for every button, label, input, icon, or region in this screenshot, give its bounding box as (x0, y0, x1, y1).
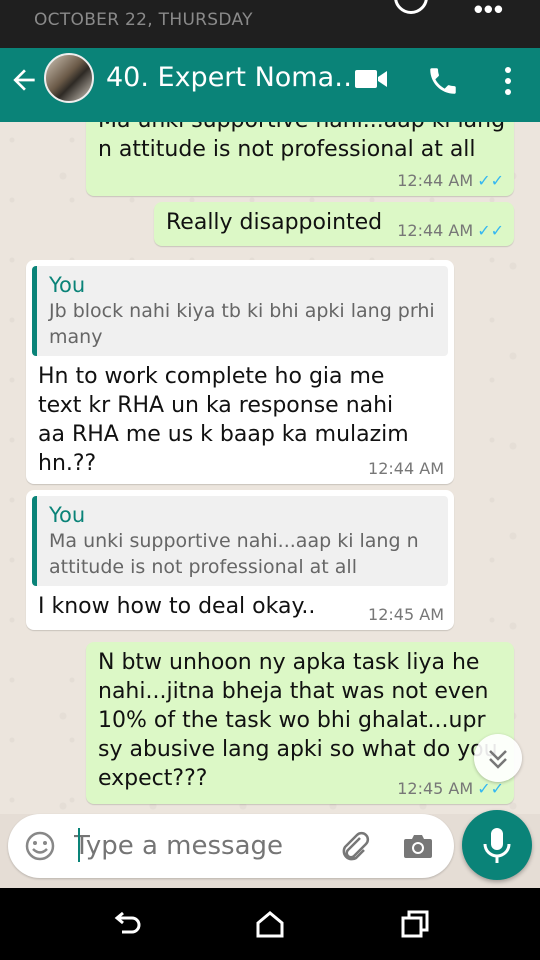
message-meta: 12:45 AM (368, 605, 444, 624)
message-time: 12:44 AM (397, 221, 474, 240)
message-time: 12:45 AM (368, 605, 444, 624)
quoted-message[interactable]: You Jb block nahi kiya tb ki bhi apki la… (32, 266, 448, 356)
status-bar: OCTOBER 22, THURSDAY ••• (0, 0, 540, 48)
message-time: 12:44 AM (368, 459, 444, 478)
system-nav-bar (0, 888, 540, 960)
message-composer (8, 814, 454, 878)
message-text-clipped: Ma unki supportive nahi...aap ki lang (98, 122, 505, 135)
message-time: 12:44 AM (397, 171, 474, 190)
text-cursor (78, 828, 80, 862)
message-text: n attitude is not professional at all (98, 137, 476, 162)
contact-name[interactable]: 40. Expert Noma… (106, 62, 361, 93)
scroll-down-button[interactable] (474, 734, 522, 782)
phone-icon[interactable] (426, 64, 460, 98)
nav-home-icon[interactable] (253, 908, 287, 940)
mic-button[interactable] (462, 810, 532, 880)
message-meta: 12:44 AM (368, 459, 444, 478)
quote-author: You (49, 503, 86, 527)
read-receipt-icon: ✓✓ (477, 221, 504, 240)
avatar[interactable] (44, 53, 94, 103)
nav-back-icon[interactable] (110, 908, 144, 940)
attach-icon[interactable] (338, 830, 372, 864)
message-input[interactable] (74, 824, 324, 868)
back-arrow-icon[interactable] (8, 64, 40, 96)
chat-area[interactable]: Ma unki supportive nahi...aap ki lang n … (0, 122, 540, 814)
read-receipt-icon: ✓✓ (477, 171, 504, 190)
nav-recents-icon[interactable] (398, 908, 432, 940)
status-dots: ••• (473, 0, 504, 24)
quoted-message[interactable]: You Ma unki supportive nahi...aap ki lan… (32, 496, 448, 586)
quote-author: You (49, 273, 86, 297)
message-bubble-incoming[interactable]: You Jb block nahi kiya tb ki bhi apki la… (26, 260, 454, 484)
quote-text: Jb block nahi kiya tb ki bhi apki lang p… (49, 300, 435, 348)
message-text: Really disappointed (166, 210, 383, 235)
quote-text: Ma unki supportive nahi...aap ki lang n … (49, 530, 419, 578)
message-bubble-outgoing[interactable]: Really disappointed 12:44 AM ✓✓ (154, 202, 514, 246)
message-bubble-outgoing[interactable]: N btw unhoon ny apka task liya he nahi..… (86, 642, 514, 804)
message-bubble-outgoing[interactable]: Ma unki supportive nahi...aap ki lang n … (86, 122, 514, 196)
message-time: 12:45 AM (397, 779, 474, 798)
camera-icon[interactable] (402, 832, 434, 860)
chat-header: 40. Expert Noma… (0, 48, 540, 122)
emoji-icon[interactable] (24, 830, 56, 862)
more-options-icon[interactable] (496, 64, 520, 98)
message-meta: 12:44 AM ✓✓ (397, 221, 504, 240)
close-icon (394, 0, 428, 14)
scroll-down-icon (489, 750, 507, 769)
message-bubble-incoming[interactable]: You Ma unki supportive nahi...aap ki lan… (26, 490, 454, 630)
status-date: OCTOBER 22, THURSDAY (34, 10, 253, 30)
message-text: N btw unhoon ny apka task liya he nahi..… (98, 650, 498, 791)
mic-icon (483, 828, 511, 863)
video-call-icon[interactable] (354, 66, 388, 92)
message-meta: 12:44 AM ✓✓ (397, 171, 504, 190)
